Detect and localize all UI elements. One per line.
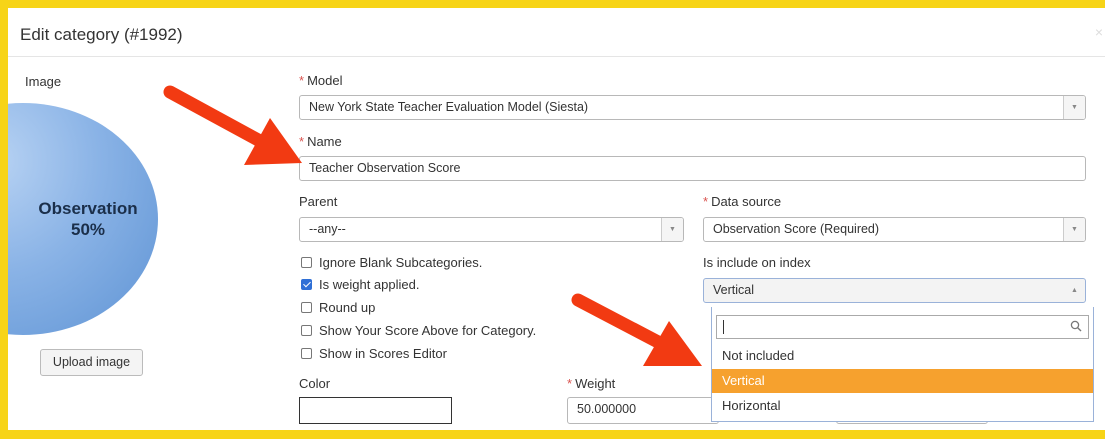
- include-on-index-dropdown: Not included Vertical Horizontal: [711, 307, 1094, 422]
- color-label: Color: [299, 376, 331, 391]
- checkbox-label: Is weight applied.: [319, 277, 420, 292]
- required-marker: *: [299, 134, 305, 149]
- upload-image-button[interactable]: Upload image: [40, 349, 143, 376]
- weight-input[interactable]: 50.000000: [567, 397, 719, 424]
- model-label-text: Model: [307, 73, 343, 88]
- search-icon: [1070, 320, 1082, 332]
- model-select[interactable]: New York State Teacher Evaluation Model …: [299, 95, 1086, 120]
- category-image-caption: Observation 50%: [28, 198, 148, 240]
- chevron-down-icon: ▼: [1063, 218, 1085, 241]
- dropdown-option-horizontal[interactable]: Horizontal: [712, 394, 1093, 418]
- category-image-title: Observation: [38, 199, 138, 218]
- checkbox-box[interactable]: [301, 257, 312, 268]
- data-source-label-text: Data source: [711, 194, 782, 209]
- parent-select[interactable]: --any-- ▼: [299, 217, 684, 242]
- required-marker: *: [703, 194, 709, 209]
- name-label: * Name: [299, 134, 342, 149]
- name-input-value: Teacher Observation Score: [309, 161, 461, 175]
- checkbox-box[interactable]: [301, 325, 312, 336]
- text-cursor: [723, 320, 724, 334]
- parent-label: Parent: [299, 194, 338, 209]
- dialog-header: Edit category (#1992) ×: [8, 8, 1105, 57]
- checkbox-show-in-scores-editor[interactable]: Show in Scores Editor: [301, 346, 447, 361]
- checkbox-round-up[interactable]: Round up: [301, 300, 375, 315]
- checkbox-label: Show Your Score Above for Category.: [319, 323, 537, 338]
- weight-label: * Weight: [567, 376, 615, 391]
- category-image-percent: 50%: [70, 220, 106, 239]
- dropdown-option-vertical[interactable]: Vertical: [712, 369, 1093, 393]
- chevron-down-icon: ▼: [661, 218, 683, 241]
- weight-label-text: Weight: [575, 376, 616, 391]
- include-on-index-selected: Vertical: [713, 283, 754, 297]
- checkbox-box[interactable]: [301, 348, 312, 359]
- include-on-index-select[interactable]: Vertical ▲: [703, 278, 1086, 303]
- chevron-up-icon: ▲: [1071, 287, 1078, 294]
- checkbox-label: Round up: [319, 300, 376, 315]
- chevron-down-icon: ▼: [1063, 96, 1085, 119]
- name-label-text: Name: [307, 134, 342, 149]
- checkbox-is-weight-applied[interactable]: Is weight applied.: [301, 277, 419, 292]
- name-input[interactable]: Teacher Observation Score: [299, 156, 1086, 181]
- checkbox-label: Show in Scores Editor: [319, 346, 447, 361]
- checkbox-ignore-blank-subcategories[interactable]: Ignore Blank Subcategories.: [301, 255, 482, 270]
- image-label: Image: [25, 74, 62, 89]
- checkbox-box-checked[interactable]: [301, 279, 312, 290]
- include-on-index-label: Is include on index: [703, 255, 811, 270]
- close-icon[interactable]: ×: [1095, 24, 1103, 40]
- model-select-value: New York State Teacher Evaluation Model …: [309, 100, 589, 114]
- checkbox-show-score-above[interactable]: Show Your Score Above for Category.: [301, 323, 536, 338]
- data-source-select-value: Observation Score (Required): [713, 222, 880, 236]
- required-marker: *: [299, 73, 305, 88]
- data-source-select[interactable]: Observation Score (Required) ▼: [703, 217, 1086, 242]
- required-marker: *: [567, 376, 573, 391]
- weight-input-value: 50.000000: [577, 402, 637, 416]
- model-label: * Model: [299, 73, 342, 88]
- dialog-title: Edit category (#1992): [20, 25, 183, 44]
- dropdown-search-input[interactable]: [716, 315, 1089, 339]
- data-source-label: * Data source: [703, 194, 781, 209]
- parent-select-value: --any--: [309, 222, 346, 236]
- checkbox-box[interactable]: [301, 302, 312, 313]
- dropdown-option-not-included[interactable]: Not included: [712, 344, 1093, 368]
- edit-category-dialog: Edit category (#1992) × Image Observatio…: [8, 8, 1105, 430]
- checkbox-label: Ignore Blank Subcategories.: [319, 255, 483, 270]
- color-input[interactable]: [299, 397, 452, 424]
